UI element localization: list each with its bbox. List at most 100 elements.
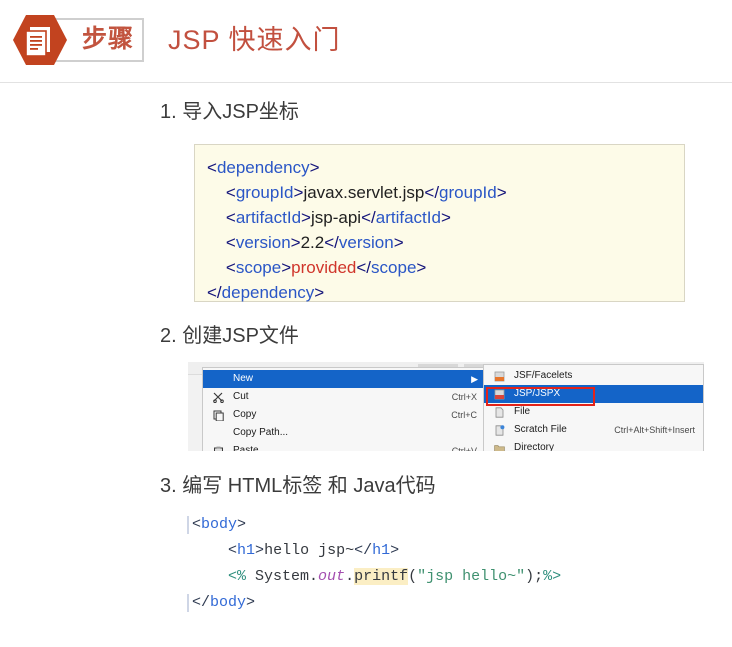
step-3-text: 编写 HTML标签 和 Java代码 — [182, 475, 436, 497]
menu-item-label: File — [514, 406, 531, 417]
xml-token: provided — [291, 258, 357, 277]
xml-token: > — [293, 183, 304, 202]
menu-item-shortcut: Ctrl+X — [451, 392, 477, 402]
ide-context-menu[interactable]: New▶CutCtrl+XCopyCtrl+CCopy Path...Paste… — [202, 367, 486, 457]
scissors-icon — [213, 392, 224, 403]
jsp-token: h1 — [237, 542, 256, 559]
xml-token: scope — [371, 258, 417, 277]
jsp-token: > — [255, 542, 265, 559]
jsp-token: . — [345, 568, 355, 585]
jsp-token: > — [246, 594, 256, 611]
submenu-arrow-icon: ▶ — [471, 374, 478, 384]
xml-token: > — [281, 258, 292, 277]
menu-item-jsp-jspx[interactable]: JSP/JSPX — [484, 385, 703, 403]
step-2-text: 创建JSP文件 — [182, 325, 299, 347]
menu-item-new[interactable]: New ▶ — [203, 370, 485, 388]
ide-context-menu-screenshot: New▶CutCtrl+XCopyCtrl+CCopy Path...Paste… — [188, 362, 704, 457]
jsp-token: < — [228, 542, 238, 559]
step-1-number: 1. — [160, 101, 177, 123]
xml-code-line: <artifactId>jsp-api</artifactId> — [207, 205, 507, 230]
step-1-heading: 1. 导入JSP坐标 — [160, 98, 299, 126]
xml-token: < — [207, 158, 217, 177]
jsp-token: printf — [354, 568, 409, 585]
jsp-token: System. — [246, 568, 319, 585]
xml-token: < — [225, 183, 236, 202]
menu-item-label: Scratch File — [514, 424, 567, 435]
menu-item-cut[interactable]: Cut Ctrl+X — [203, 388, 485, 406]
xml-token: version — [338, 233, 394, 252]
step-3: 3. 编写 HTML标签 和 Java代码 — [160, 472, 436, 500]
jsp-token: out — [318, 568, 346, 585]
xml-code-line: </dependency> — [207, 280, 507, 305]
xml-dependency-code: <dependency> <groupId>javax.servlet.jsp<… — [207, 155, 507, 305]
menu-item-file[interactable]: File — [484, 403, 703, 421]
xml-token: </ — [356, 258, 372, 277]
menu-item-shortcut: Ctrl+C — [451, 410, 477, 420]
xml-token: > — [393, 233, 404, 252]
xml-token: javax.servlet.jsp — [303, 183, 425, 202]
xml-code-line: <dependency> — [207, 155, 507, 180]
jsp-token: body — [210, 594, 247, 611]
xml-token: < — [225, 233, 236, 252]
menu-item-scratch-file[interactable]: Scratch File Ctrl+Alt+Shift+Insert — [484, 421, 703, 439]
xml-token: version — [235, 233, 291, 252]
menu-item-label: New — [233, 373, 254, 384]
jsp-token: %> — [543, 568, 562, 585]
jsp-code-line: <body> — [187, 512, 561, 538]
jsp-token: ( — [408, 568, 418, 585]
jsp-token: > — [237, 516, 247, 533]
step-badge-label: 步骤 — [81, 25, 134, 53]
step-2-number: 2. — [160, 325, 177, 347]
ide-new-submenu[interactable]: JSF/Facelets JSP/JSPX File Scratch File Ctrl… — [483, 364, 704, 457]
xml-token: > — [301, 208, 311, 227]
jsp-body-code: <body> <h1>hello jsp~</h1> <% System.out… — [187, 512, 561, 616]
jsp-file-icon — [494, 389, 505, 400]
xml-code-line: <version>2.2</version> — [207, 230, 507, 255]
xml-token: groupId — [235, 183, 294, 202]
jsp-token: hello jsp~ — [264, 542, 355, 559]
jsp-token: ); — [525, 568, 544, 585]
step-badge: 步骤 — [12, 14, 148, 66]
xml-token: > — [290, 233, 301, 252]
xml-code-line: <groupId>javax.servlet.jsp</groupId> — [207, 180, 507, 205]
copy-icon — [213, 410, 224, 422]
step-1-text: 导入JSP坐标 — [182, 101, 299, 123]
page-header: 步骤 JSP 快速入门 — [0, 0, 732, 82]
xml-token: artifactId — [235, 208, 302, 227]
jsf-file-icon — [494, 371, 505, 382]
xml-token: < — [225, 258, 236, 277]
jsp-token — [192, 542, 228, 559]
xml-token: groupId — [439, 183, 497, 202]
code-gutter-mark — [187, 516, 189, 534]
menu-item-copy-path[interactable]: Copy Path... — [203, 424, 485, 442]
menu-item-jsf-facelets[interactable]: JSF/Facelets — [484, 367, 703, 385]
xml-token: 2.2 — [300, 233, 325, 252]
jsp-token: </ — [192, 594, 211, 611]
step-1: 1. 导入JSP坐标 — [160, 98, 299, 126]
jsp-code-line: </body> — [187, 590, 561, 616]
jsp-token: < — [192, 516, 202, 533]
step-2: 2. 创建JSP文件 — [160, 322, 299, 350]
jsp-token: > — [390, 542, 400, 559]
document-stack-icon — [12, 14, 68, 66]
file-icon — [494, 407, 505, 418]
jsp-token — [192, 568, 228, 585]
xml-token: </ — [424, 183, 440, 202]
jsp-token: </ — [354, 542, 373, 559]
menu-item-label: Copy — [233, 409, 257, 420]
step-2-heading: 2. 创建JSP文件 — [160, 322, 299, 350]
jsp-code-line: <% System.out.printf("jsp hello~");%> — [192, 564, 561, 590]
xml-token: < — [225, 208, 236, 227]
xml-token: </ — [207, 283, 222, 302]
menu-item-copy[interactable]: Copy Ctrl+C — [203, 406, 485, 424]
xml-token: > — [309, 158, 320, 177]
jsp-token: body — [201, 516, 238, 533]
xml-token: > — [496, 183, 507, 202]
xml-token: dependency — [216, 158, 310, 177]
menu-item-shortcut: Ctrl+Alt+Shift+Insert — [614, 425, 695, 435]
xml-token: scope — [235, 258, 282, 277]
